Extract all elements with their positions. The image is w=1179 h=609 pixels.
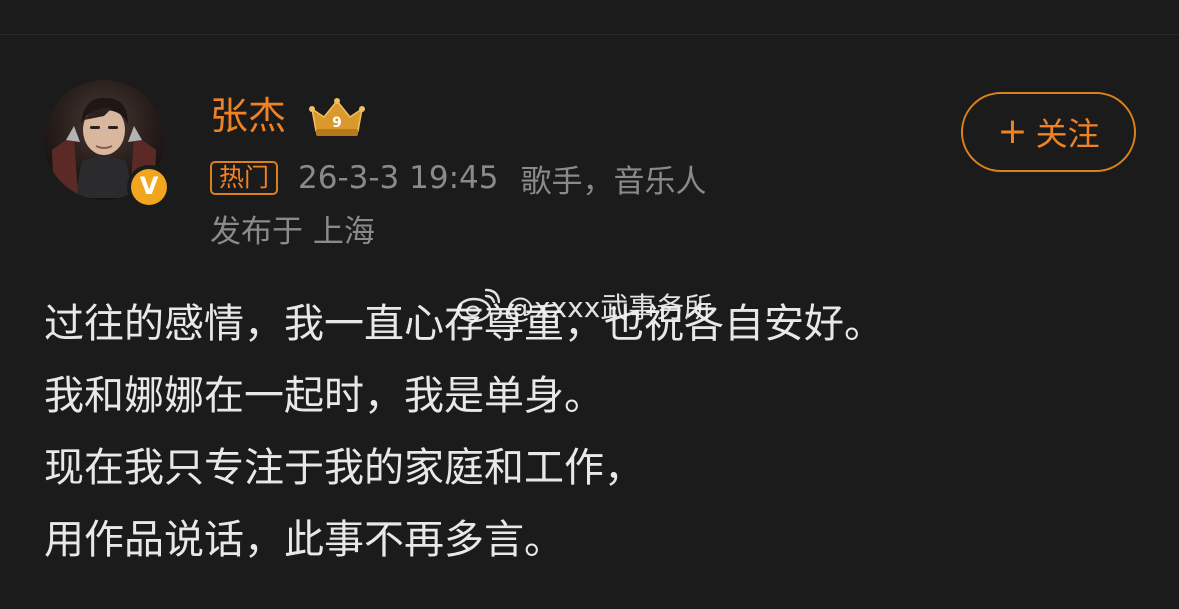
verified-badge-icon: V (127, 165, 171, 209)
author-profession: 歌手，音乐人 (520, 163, 707, 200)
follow-button[interactable]: + 关注 (961, 92, 1136, 172)
rank-level: 9 (332, 115, 342, 131)
weibo-icon (456, 288, 500, 323)
post-meta: 热门 26-3-3 19:45 歌手，音乐人 (210, 158, 707, 200)
post-body: 过往的感情，我一直心存尊重，也祝各自安好。 我和娜娜在一起时，我是单身。 现在我… (44, 288, 1154, 576)
post-timestamp: 26-3-3 19:45 (298, 160, 499, 196)
hot-tag[interactable]: 热门 (210, 161, 279, 195)
post-line: 现在我只专注于我的家庭和工作， (44, 445, 644, 491)
post-location: 发布于 上海 (210, 214, 375, 250)
rank-crown-icon[interactable]: 9 (308, 97, 366, 139)
follow-button-label: 关注 (1035, 115, 1100, 153)
post-line: 用作品说话，此事不再多言。 (44, 517, 564, 563)
top-divider (0, 34, 1179, 35)
author-name[interactable]: 张杰 (210, 92, 286, 140)
verified-badge-letter: V (131, 169, 167, 205)
plus-icon: + (997, 111, 1028, 152)
post-line: 我和娜娜在一起时，我是单身。 (44, 373, 604, 419)
watermark-text: @xxxx武事务所 (506, 291, 713, 324)
watermark: @xxxx武事务所 (456, 286, 712, 326)
